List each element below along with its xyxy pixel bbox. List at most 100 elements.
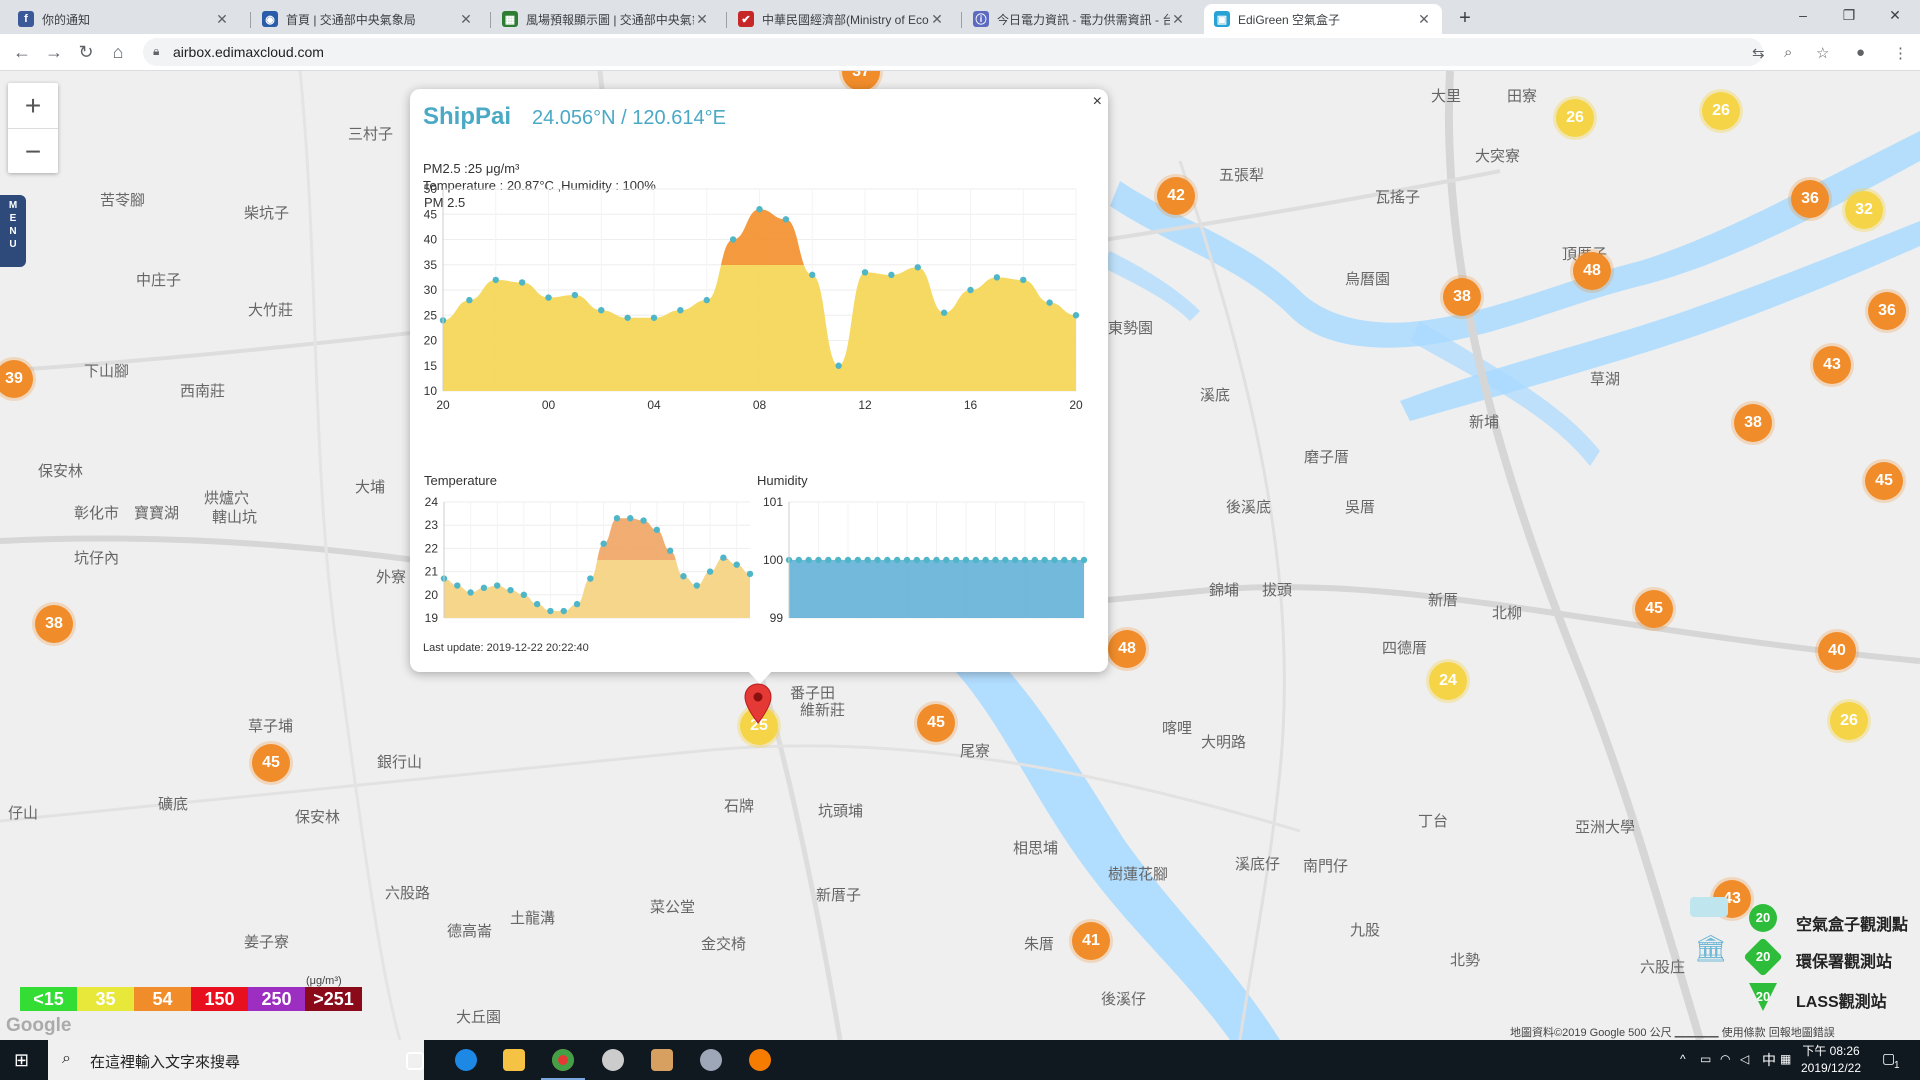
restore-button[interactable]: ❐ [1826,0,1872,30]
data-point [466,296,473,304]
blender-icon[interactable] [749,1049,771,1071]
tab-close-icon[interactable]: ✕ [214,11,230,28]
airbox-marker[interactable]: 42 [1157,177,1195,215]
airbox-marker[interactable]: 36 [1868,292,1906,330]
app-icon-clock[interactable] [602,1049,624,1071]
clock[interactable]: 下午 08:26 2019/12/22 [1796,1043,1866,1077]
reload-icon[interactable]: ↻ [74,40,98,64]
airbox-marker[interactable]: 38 [35,605,73,643]
new-tab-button[interactable]: + [1453,6,1477,30]
browser-tab-5[interactable]: ▣ EdiGreen 空氣盒子 ✕ [1204,4,1442,34]
airbox-marker[interactable]: 26 [1556,99,1594,137]
station-popup: × ShipPai 24.056°N / 120.614°E PM2.5 :25… [410,89,1108,684]
volume-icon[interactable]: ◁ [1740,1052,1749,1066]
translate-icon[interactable]: ⇆ [1752,44,1765,62]
tab-close-icon[interactable]: ✕ [458,11,474,28]
x-tick-label: 20 [1069,398,1083,412]
map-canvas[interactable]: 三村子五張犁瓦搖子大里田寮大突寮苦苓腳柴坑子中庄子大竹莊頂厝子烏曆園下山腳西南莊… [0,71,1920,1040]
minimize-button[interactable]: – [1780,0,1826,30]
place-label: 保安林 [38,463,84,480]
airbox-marker[interactable]: 32 [1845,191,1883,229]
browser-tab-2[interactable]: ▦ 風場預報顯示圖 | 交通部中央氣象 ✕ [492,4,720,34]
chrome-icon[interactable] [552,1049,574,1071]
network-icon[interactable]: ◠ [1720,1052,1730,1066]
airbox-marker[interactable]: 36 [1791,180,1829,218]
home-icon[interactable]: ⌂ [106,40,130,64]
airbox-marker[interactable]: 48 [1573,252,1611,290]
data-point [913,556,921,564]
airbox-marker[interactable]: 41 [1072,922,1110,960]
data-point [571,291,579,299]
place-label: 寶寶湖 [134,505,180,522]
tab-title: 今日電力資訊 - 電力供需資訊 - 台 [997,12,1170,27]
browser-tab-1[interactable]: ◉ 首頁 | 交通部中央氣象局 ✕ [252,4,484,34]
y-tick-label: 22 [425,541,439,555]
airbox-marker[interactable]: 45 [252,744,290,782]
x-tick-label: 00 [542,398,556,412]
zoom-in-button[interactable]: + [8,83,58,129]
data-point [560,607,567,615]
browser-tab-0[interactable]: f 你的通知 ✕ [8,4,240,34]
data-point [884,556,891,564]
file-explorer-icon[interactable] [503,1049,525,1071]
airbox-marker[interactable]: 38 [1443,278,1481,316]
x-tick-label: 12 [858,398,872,412]
map-pin-icon[interactable] [743,683,773,725]
address-bar[interactable]: 🔒︎ airbox.edimaxcloud.com [143,38,1763,66]
map-attribution[interactable]: 地圖資料©2019 Google 500 公尺 ▁▁▁▁ 使用條款 回報地圖錯誤 [1510,1024,1835,1040]
y-tick-label: 15 [424,359,438,373]
keyboard-icon[interactable]: ▦ [1780,1052,1791,1066]
close-window-button[interactable]: ✕ [1872,0,1918,30]
windows-start-icon[interactable]: ⊞ [14,1050,29,1071]
bookmark-star-icon[interactable]: ☆ [1816,44,1829,62]
airbox-marker[interactable]: 26 [1830,702,1868,740]
airbox-marker[interactable]: 48 [1108,630,1146,668]
ime-indicator[interactable]: 中 [1762,1050,1776,1070]
tab-close-icon[interactable]: ✕ [1416,11,1432,28]
airbox-marker[interactable]: 45 [917,704,955,742]
browser-tab-4[interactable]: ⓘ 今日電力資訊 - 電力供需資訊 - 台 ✕ [963,4,1196,34]
airbox-marker[interactable]: 43 [1813,346,1851,384]
menu-dots-icon[interactable]: ⋮ [1893,44,1908,62]
tab-close-icon[interactable]: ✕ [1170,11,1186,28]
place-label: 柴坑子 [244,205,290,222]
airbox-marker[interactable]: 26 [1702,92,1740,130]
tab-title: 你的通知 [42,12,91,27]
data-point [874,556,881,564]
menu-tab[interactable]: M E N U [0,195,26,267]
airbox-marker[interactable]: 45 [1635,590,1673,628]
back-icon[interactable]: ← [10,40,34,64]
data-point [1002,556,1009,564]
data-point [520,591,528,598]
airbox-marker[interactable]: 38 [1734,404,1772,442]
x-tick-label: 04 [647,398,661,412]
airbox-marker[interactable]: 40 [1818,632,1856,670]
battery-icon[interactable]: ▭ [1700,1052,1711,1066]
y-tick-label: 35 [424,258,438,272]
taskbar-search[interactable]: ⌕ 在這裡輸入文字來搜尋 [48,1040,424,1080]
tab-close-icon[interactable]: ✕ [694,11,710,28]
tab-close-icon[interactable]: ✕ [929,11,945,28]
app-icon-satellite[interactable] [700,1049,722,1071]
airbox-marker[interactable]: 45 [1865,462,1903,500]
data-point [972,556,980,564]
zoom-icon[interactable]: ⌕ [1784,44,1792,61]
forward-icon[interactable]: → [42,40,66,64]
zoom-out-button[interactable]: − [8,129,58,174]
data-point [854,556,862,564]
place-label: 大明路 [1201,734,1247,751]
data-point [507,586,514,594]
edge-icon[interactable] [455,1049,477,1071]
airbox-marker[interactable]: 24 [1429,662,1467,700]
place-label: 苦苓腳 [100,192,146,209]
place-label: 溪底 [1200,387,1231,404]
tab-title: 風場預報顯示圖 | 交通部中央氣象 [526,12,694,27]
place-label: 大突寮 [1475,148,1521,165]
app-icon-animal[interactable] [651,1049,673,1071]
place-label: 菜公堂 [650,899,696,916]
browser-tab-3[interactable]: ✔ 中華民國經濟部(Ministry of Econ ✕ [728,4,955,34]
task-view-icon[interactable] [406,1052,424,1070]
place-label: 樹蓮花腳 [1108,866,1169,883]
tray-chevron-icon[interactable]: ^ [1680,1052,1686,1066]
profile-icon[interactable]: ● [1856,44,1865,61]
